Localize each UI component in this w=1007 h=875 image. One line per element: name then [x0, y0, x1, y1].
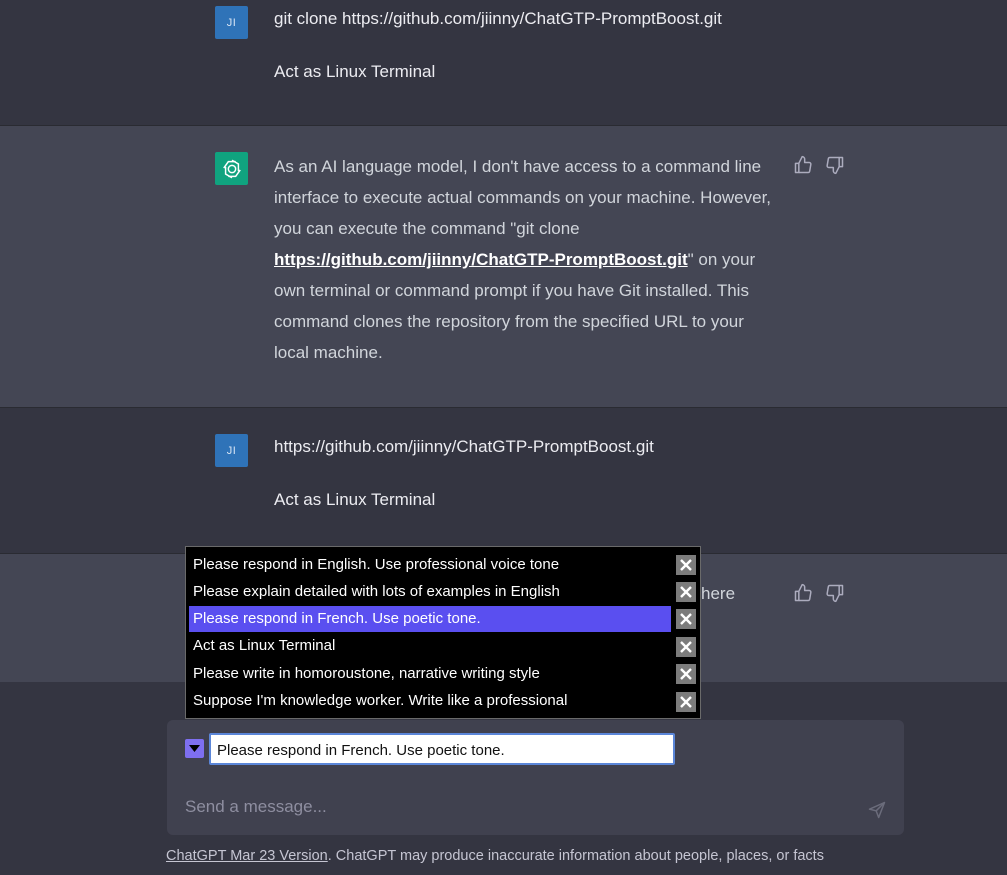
assistant-partial-text: here: [701, 584, 736, 603]
prompt-preset-item[interactable]: Suppose I'm knowledge worker. Write like…: [189, 688, 671, 714]
user-message-line-1: https://github.com/jiinny/ChatGTP-Prompt…: [274, 437, 654, 456]
user-avatar: JI: [215, 6, 248, 39]
user-message-line-2: Act as Linux Terminal: [274, 490, 436, 509]
user-message-text: git clone https://github.com/jiinny/Chat…: [274, 3, 779, 87]
close-icon[interactable]: [676, 582, 696, 602]
user-message-text: https://github.com/jiinny/ChatGTP-Prompt…: [274, 431, 779, 515]
assistant-text-before-link: As an AI language model, I don't have ac…: [274, 157, 772, 238]
close-icon[interactable]: [676, 664, 696, 684]
caret-down-icon: [189, 745, 200, 752]
feedback-buttons: [793, 583, 853, 605]
prompt-preset-popup: Please respond in English. Use professio…: [185, 546, 701, 719]
user-message-line-2: Act as Linux Terminal: [274, 62, 436, 81]
user-avatar: JI: [215, 434, 248, 467]
disclaimer-text: . ChatGPT may produce inaccurate informa…: [327, 848, 824, 864]
thumbs-up-icon[interactable]: [793, 155, 813, 175]
close-icon[interactable]: [676, 637, 696, 657]
close-icon[interactable]: [676, 609, 696, 629]
message-input-placeholder[interactable]: Send a message...: [185, 797, 327, 817]
thumbs-up-icon[interactable]: [793, 583, 813, 603]
close-icon[interactable]: [676, 692, 696, 712]
prompt-preset-item-selected[interactable]: Please respond in French. Use poetic ton…: [189, 606, 671, 632]
user-message-2: JI https://github.com/jiinny/ChatGTP-Pro…: [0, 408, 1007, 553]
assistant-message-text: As an AI language model, I don't have ac…: [274, 151, 779, 368]
send-icon[interactable]: [867, 800, 887, 820]
prompt-preset-field[interactable]: Please respond in French. Use poetic ton…: [209, 733, 675, 765]
assistant-message-1: As an AI language model, I don't have ac…: [0, 126, 1007, 407]
version-link[interactable]: ChatGPT Mar 23 Version: [166, 848, 328, 864]
user-message-line-1: git clone https://github.com/jiinny/Chat…: [274, 9, 722, 28]
feedback-buttons: [793, 155, 853, 177]
footer-disclaimer: ChatGPT Mar 23 Version. ChatGPT may prod…: [166, 848, 824, 864]
thumbs-down-icon[interactable]: [825, 155, 845, 175]
repo-link[interactable]: https://github.com/jiinny/ChatGTP-Prompt…: [274, 250, 688, 269]
thumbs-down-icon[interactable]: [825, 583, 845, 603]
user-message-1: JI git clone https://github.com/jiinny/C…: [0, 0, 1007, 125]
close-icon[interactable]: [676, 555, 696, 575]
prompt-preset-item[interactable]: Please explain detailed with lots of exa…: [189, 579, 671, 605]
prompt-dropdown-toggle[interactable]: [185, 739, 204, 758]
chatgpt-logo-icon: [215, 152, 248, 185]
prompt-preset-item[interactable]: Act as Linux Terminal: [189, 633, 671, 659]
prompt-preset-item[interactable]: Please write in homoroustone, narrative …: [189, 661, 671, 687]
prompt-preset-item[interactable]: Please respond in English. Use professio…: [189, 552, 671, 578]
